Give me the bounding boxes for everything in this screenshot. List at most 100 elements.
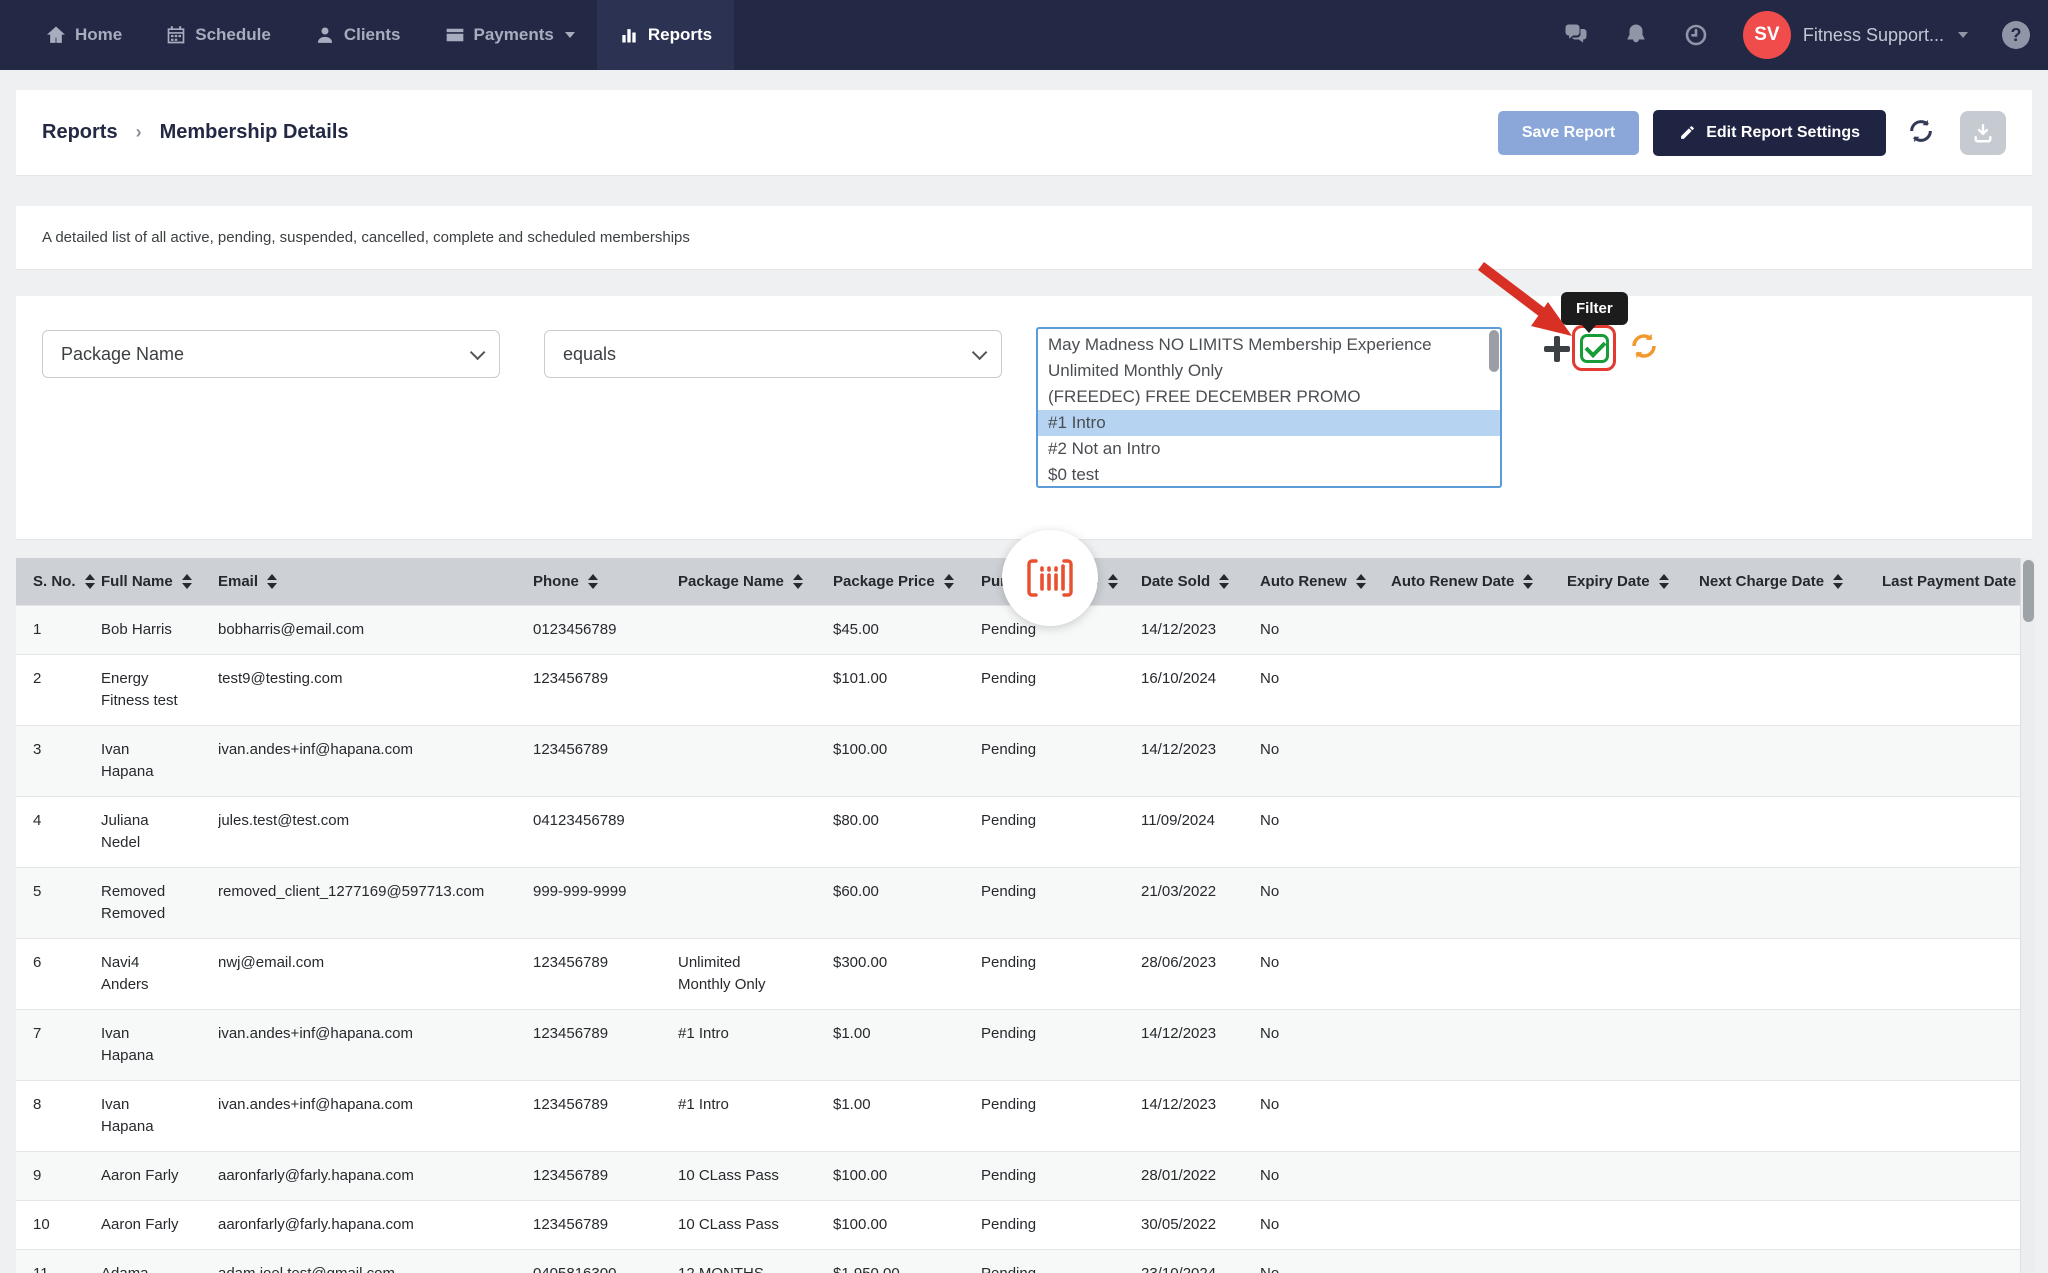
sort-icon[interactable] [1356,574,1366,589]
column-header-last_payment_date[interactable]: Last Payment Date [1882,558,2032,605]
multiselect-option[interactable]: Unlimited Monthly Only [1038,358,1500,384]
cell-expiry_date [1567,1151,1699,1200]
column-header-phone[interactable]: Phone [533,558,678,605]
cell-next_charge_date [1699,1151,1882,1200]
multiselect-option[interactable]: #1 Intro [1038,410,1500,436]
column-header-name[interactable]: Full Name [101,558,218,605]
cell-package [678,654,833,725]
cell-date_sold: 21/03/2022 [1141,867,1260,938]
chat-icon[interactable] [1563,22,1589,48]
breadcrumb-section[interactable]: Reports [42,121,118,144]
cell-expiry_date [1567,605,1699,654]
column-header-email[interactable]: Email [218,558,533,605]
cell-last_payment_date [1882,1009,2032,1080]
cell-last_payment_date [1882,1080,2032,1151]
download-button[interactable] [1960,111,2006,155]
multiselect-option[interactable]: (FREEDEC) FREE DECEMBER PROMO [1038,384,1500,410]
refresh-icon[interactable] [1906,116,1940,150]
sort-icon[interactable] [1523,574,1533,589]
cell-sno: 4 [16,796,101,867]
cell-auto_renew: No [1260,796,1391,867]
apply-filter-checkbox-icon[interactable] [1580,334,1609,363]
reset-filter-icon[interactable] [1628,330,1660,362]
cell-name: Bob Harris [101,605,218,654]
cell-expiry_date [1567,1080,1699,1151]
column-header-sno[interactable]: S. No. [16,558,101,605]
cell-last_payment_date [1882,1200,2032,1249]
cell-price: $60.00 [833,867,981,938]
cell-status: Pending [981,867,1141,938]
help-icon[interactable] [2002,21,2030,49]
column-header-package[interactable]: Package Name [678,558,833,605]
nav-item-label: Schedule [195,25,271,45]
cell-name: Aaron Farly [101,1151,218,1200]
column-label: Last Payment Date [1882,573,2016,590]
sort-icon[interactable] [1219,574,1229,589]
sort-icon[interactable] [1833,574,1843,589]
membership-table: S. No. Full NameEmailPhonePackage NamePac… [16,558,2032,1273]
multiselect-option[interactable]: $0 test [1038,462,1500,488]
cell-expiry_date [1567,796,1699,867]
filter-field-select[interactable]: Package Name [42,330,500,378]
nav-item-payments[interactable]: Payments [423,0,597,70]
nav-item-reports[interactable]: Reports [597,0,734,70]
table-row: 8Ivan Hapanaivan.andes+inf@hapana.com123… [16,1080,2032,1151]
save-report-button[interactable]: Save Report [1498,111,1639,155]
pencil-icon [1679,124,1696,141]
table-row: 6Navi4 Andersnwj@email.com123456789Unlim… [16,938,2032,1009]
column-header-price[interactable]: Package Price [833,558,981,605]
multiselect-scrollbar[interactable] [1489,330,1499,372]
column-header-auto_renew_date[interactable]: Auto Renew Date [1391,558,1567,605]
avatar[interactable]: SV [1743,11,1791,59]
cell-name: Adama [101,1249,218,1273]
sort-icon[interactable] [267,574,277,589]
filter-operator-select[interactable]: equals [544,330,1002,378]
cell-auto_renew_date [1391,605,1567,654]
sort-icon[interactable] [1659,574,1669,589]
brand-loader-icon [1024,556,1076,600]
sort-icon[interactable] [1108,574,1118,589]
sort-icon[interactable] [182,574,192,589]
cell-package [678,725,833,796]
cell-phone: 123456789 [533,1080,678,1151]
edit-report-settings-button[interactable]: Edit Report Settings [1653,110,1886,156]
vertical-scrollbar-thumb[interactable] [2023,560,2034,622]
cell-expiry_date [1567,1200,1699,1249]
sort-icon[interactable] [85,574,95,589]
nav-item-schedule[interactable]: Schedule [144,0,293,70]
vertical-scrollbar[interactable] [2020,558,2035,1273]
sort-icon[interactable] [793,574,803,589]
filter-operator-value: equals [563,344,616,365]
column-header-expiry_date[interactable]: Expiry Date [1567,558,1699,605]
cell-phone: 123456789 [533,938,678,1009]
column-label: S. No. [33,573,76,590]
cell-package [678,796,833,867]
cell-package: #1 Intro [678,1080,833,1151]
nav-item-label: Home [75,25,122,45]
nav-item-clients[interactable]: Clients [293,0,423,70]
column-header-next_charge_date[interactable]: Next Charge Date [1699,558,1882,605]
cell-sno: 3 [16,725,101,796]
table-row: 2Energy Fitness testtest9@testing.com123… [16,654,2032,725]
nav-item-home[interactable]: Home [24,0,144,70]
multiselect-option[interactable]: May Madness NO LIMITS Membership Experie… [1038,332,1500,358]
cell-phone: 0123456789 [533,605,678,654]
cell-name: Navi4 Anders [101,938,218,1009]
filter-value-multiselect[interactable]: May Madness NO LIMITS Membership Experie… [1036,327,1502,488]
column-header-date_sold[interactable]: Date Sold [1141,558,1260,605]
add-filter-icon[interactable] [1540,332,1574,366]
cell-phone: 123456789 [533,1200,678,1249]
cell-auto_renew: No [1260,1009,1391,1080]
table-row: 7Ivan Hapanaivan.andes+inf@hapana.com123… [16,1009,2032,1080]
cell-last_payment_date [1882,796,2032,867]
column-header-auto_renew[interactable]: Auto Renew [1260,558,1391,605]
user-menu[interactable]: SV Fitness Support... [1743,11,1968,59]
clock-icon[interactable] [1683,22,1709,48]
bell-icon[interactable] [1623,22,1649,48]
sort-icon[interactable] [944,574,954,589]
multiselect-option[interactable]: #2 Not an Intro [1038,436,1500,462]
sort-icon[interactable] [588,574,598,589]
column-label: Auto Renew Date [1391,573,1514,590]
cell-auto_renew: No [1260,1200,1391,1249]
cell-price: $101.00 [833,654,981,725]
